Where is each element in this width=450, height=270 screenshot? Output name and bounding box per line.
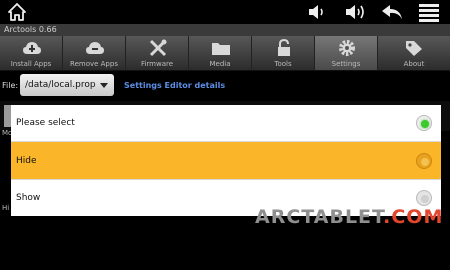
tab-label: Install Apps bbox=[10, 60, 52, 68]
unlock-icon bbox=[278, 39, 290, 56]
radio-unchecked-icon[interactable] bbox=[416, 153, 432, 169]
menu-icon[interactable] bbox=[418, 1, 440, 23]
tab-settings[interactable]: Settings bbox=[315, 36, 378, 70]
volume-down-icon[interactable] bbox=[306, 1, 326, 23]
settings-editor-details-link[interactable]: Settings Editor details bbox=[124, 81, 225, 90]
tab-bar: Install Apps Remove Apps Firmware Media … bbox=[0, 36, 450, 71]
tab-label: About bbox=[403, 60, 425, 68]
file-label: File: bbox=[2, 81, 19, 90]
radio-unchecked-icon[interactable] bbox=[416, 190, 432, 206]
tab-firmware[interactable]: Firmware bbox=[126, 36, 189, 70]
background-text: Hi bbox=[2, 204, 10, 212]
status-bar bbox=[0, 0, 450, 24]
back-icon[interactable] bbox=[380, 1, 404, 23]
radio-dot bbox=[421, 120, 429, 128]
tab-install-apps[interactable]: Install Apps bbox=[0, 36, 63, 70]
cloud-upload-icon bbox=[23, 42, 41, 54]
option-please-select[interactable]: Please select bbox=[11, 105, 441, 142]
option-label: Hide bbox=[16, 156, 37, 166]
folder-icon bbox=[212, 43, 230, 55]
window-title-bar: Arctools 0.66 bbox=[0, 24, 450, 36]
radio-dot bbox=[421, 158, 429, 166]
tools-icon bbox=[149, 39, 167, 57]
tab-label: Media bbox=[209, 60, 231, 68]
cloud-download-icon bbox=[86, 42, 104, 54]
select-dialog: Please select Hide Show bbox=[11, 105, 441, 216]
option-label: Please select bbox=[16, 118, 75, 128]
home-icon[interactable] bbox=[6, 1, 28, 23]
option-label: Show bbox=[16, 193, 41, 203]
radio-checked-icon[interactable] bbox=[416, 115, 432, 131]
tab-label: Remove Apps bbox=[70, 60, 118, 68]
tab-label: Firmware bbox=[140, 60, 174, 68]
watermark-text: ARCTABLET bbox=[255, 206, 384, 228]
file-bar: File: /data/local.prop Settings Editor d… bbox=[0, 71, 450, 101]
tab-about[interactable]: About bbox=[378, 36, 450, 70]
tab-remove-apps[interactable]: Remove Apps bbox=[63, 36, 126, 70]
tag-icon bbox=[406, 41, 422, 56]
radio-dot bbox=[421, 195, 429, 203]
file-select-value: /data/local.prop bbox=[25, 80, 96, 90]
tab-label: Settings bbox=[331, 60, 361, 68]
gear-icon bbox=[339, 40, 355, 56]
tab-media[interactable]: Media bbox=[189, 36, 252, 70]
file-select[interactable]: /data/local.prop bbox=[20, 74, 114, 96]
volume-up-icon[interactable] bbox=[344, 1, 368, 23]
app-title: Arctools 0.66 bbox=[4, 25, 57, 34]
chevron-down-icon bbox=[100, 83, 108, 88]
watermark-domain: .COM bbox=[383, 206, 444, 228]
option-hide[interactable]: Hide bbox=[11, 142, 441, 180]
tab-label: Tools bbox=[274, 60, 292, 68]
watermark: ARCTABLET.COM bbox=[255, 206, 443, 228]
tab-tools[interactable]: Tools bbox=[252, 36, 315, 70]
